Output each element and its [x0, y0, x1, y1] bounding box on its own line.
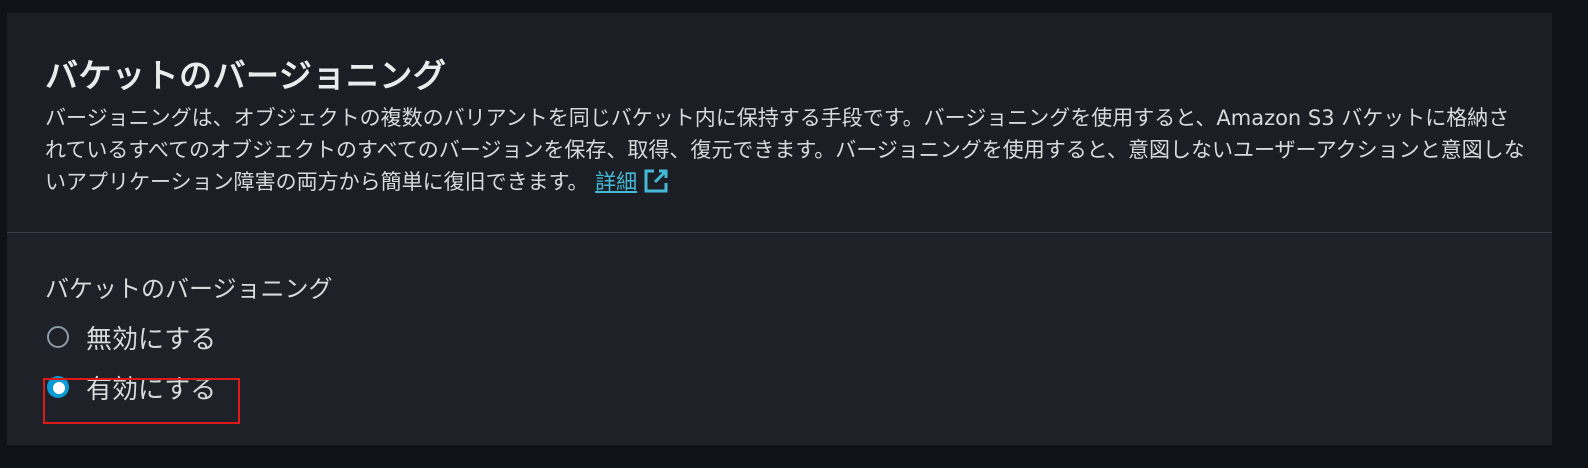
section-title: バケットのバージョニング — [45, 56, 447, 95]
radio-option-disable[interactable]: 無効にする — [45, 317, 216, 357]
radio-disable[interactable] — [47, 326, 69, 348]
radio-enable[interactable] — [47, 376, 69, 398]
section-description: バージョニングは、オブジェクトの複数のバリアントを同じバケット内に保持する手段で… — [45, 102, 1525, 198]
radio-option-enable[interactable]: 有効にする — [45, 367, 216, 407]
panel-body — [7, 233, 1552, 445]
radio-disable-label: 無効にする — [86, 324, 217, 355]
description-text: バージョニングは、オブジェクトの複数のバリアントを同じバケット内に保持する手段で… — [45, 106, 1525, 194]
radio-enable-label: 有効にする — [86, 374, 217, 405]
learn-more-link[interactable]: 詳細 — [595, 169, 669, 194]
external-link-icon — [644, 169, 668, 193]
versioning-field-label: バケットのバージョニング — [45, 275, 333, 303]
bucket-versioning-panel: バケットのバージョニング バージョニングは、オブジェクトの複数のバリアントを同じ… — [7, 13, 1552, 445]
learn-more-label: 詳細 — [595, 170, 638, 194]
